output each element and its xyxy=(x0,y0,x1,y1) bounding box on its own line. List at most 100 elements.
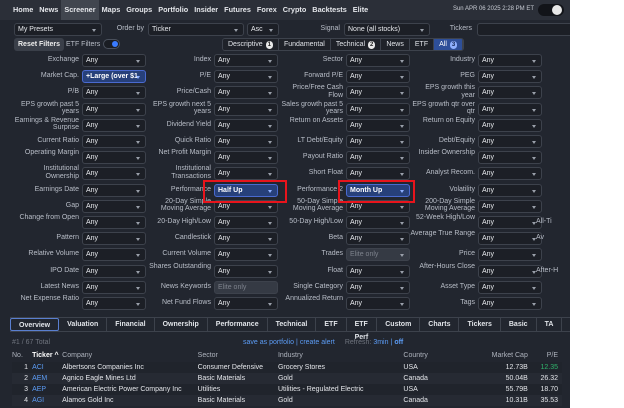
column-header-ticker[interactable]: Ticker ^ xyxy=(32,349,62,362)
filter-after-hours-close-select[interactable]: Any xyxy=(478,264,542,278)
view-tab-financial[interactable]: Financial xyxy=(107,318,155,331)
filter-tab-all[interactable]: All 3 xyxy=(434,39,464,50)
filter-earnings-revenue-surprise-select[interactable]: Any xyxy=(82,118,146,132)
view-tab-etf-perf[interactable]: ETF Perf xyxy=(347,318,378,341)
column-header-company[interactable]: Company xyxy=(62,349,197,362)
filter-market-cap-select[interactable]: +Large (over $1 xyxy=(82,70,146,84)
filter-sector-select[interactable]: Any xyxy=(346,54,410,67)
nav-forex[interactable]: Forex xyxy=(254,0,280,20)
presets-select[interactable]: My Presets xyxy=(14,23,102,36)
filter-p-b-select[interactable]: Any xyxy=(82,86,146,100)
column-header-industry[interactable]: Industry xyxy=(278,349,403,362)
etf-filters-toggle[interactable] xyxy=(103,39,120,49)
view-tab-charts[interactable]: Charts xyxy=(420,318,460,331)
filter-price-free-cash-flow-select[interactable]: Any xyxy=(346,86,410,100)
save-as-portfolio-link[interactable]: save as portfolio xyxy=(243,339,294,346)
filter-sales-growth-past-5-years-select[interactable]: Any xyxy=(346,102,410,116)
filter-debt-equity-select[interactable]: Any xyxy=(478,135,542,148)
view-tab-ownership[interactable]: Ownership xyxy=(155,318,208,331)
column-header-p-e[interactable]: P/E xyxy=(532,349,562,362)
filter-eps-growth-qtr-over-qtr-select[interactable]: Any xyxy=(478,102,542,116)
filter-ipo-date-select[interactable]: Any xyxy=(82,264,146,278)
filter-dividend-yield-select[interactable]: Any xyxy=(214,118,278,132)
theme-toggle[interactable] xyxy=(538,4,564,16)
filter-20-day-high-low-select[interactable]: Any xyxy=(214,216,278,229)
filter-average-true-range-select[interactable]: Any xyxy=(478,232,542,246)
filter-tab-etf[interactable]: ETF xyxy=(409,39,435,50)
filter-tags-select[interactable]: Any xyxy=(478,297,542,310)
filter-eps-growth-this-year-select[interactable]: Any xyxy=(478,86,542,100)
filter-news-keywords-input[interactable]: Elite only xyxy=(214,280,278,294)
ticker-link[interactable]: AEP xyxy=(32,384,62,395)
reset-filters-button[interactable]: Reset Filters xyxy=(14,38,65,51)
ticker-link[interactable]: AGI xyxy=(32,395,62,406)
filter-latest-news-select[interactable]: Any xyxy=(82,280,146,294)
nav-backtests[interactable]: Backtests xyxy=(309,0,349,20)
filter-tab-fundamental[interactable]: Fundamental xyxy=(278,39,331,50)
view-tab-tickers[interactable]: Tickers xyxy=(459,318,501,331)
view-tab-technical[interactable]: Technical xyxy=(268,318,317,331)
nav-futures[interactable]: Futures xyxy=(221,0,254,20)
filter-net-profit-margin-select[interactable]: Any xyxy=(214,151,278,165)
filter-eps-growth-past-5-years-select[interactable]: Any xyxy=(82,102,146,116)
nav-maps[interactable]: Maps xyxy=(99,0,124,20)
filter-peg-select[interactable]: Any xyxy=(478,70,542,84)
filter-float-select[interactable]: Any xyxy=(346,264,410,278)
filter-industry-select[interactable]: Any xyxy=(478,54,542,67)
view-tab-basic[interactable]: Basic xyxy=(501,318,537,331)
filter-tab-technical[interactable]: Technical 2 xyxy=(330,39,382,50)
nav-elite[interactable]: Elite xyxy=(350,0,371,20)
tickers-input[interactable] xyxy=(477,23,570,36)
table-row[interactable]: 1 ACI Albertsons Companies Inc Consumer Def… xyxy=(12,362,562,373)
refresh-interval-link[interactable]: 3min xyxy=(373,339,388,346)
filter-insider-ownership-select[interactable]: Any xyxy=(478,151,542,165)
filter-current-volume-select[interactable]: Any xyxy=(214,248,278,262)
order-direction-select[interactable]: Asc xyxy=(247,23,279,36)
nav-insider[interactable]: Insider xyxy=(191,0,221,20)
table-row[interactable]: 4 AGI Alamos Gold Inc Basic Materials Gold Ca… xyxy=(12,395,562,406)
filter-200-day-simple-moving-average-select[interactable]: Any xyxy=(478,199,542,213)
filter-quick-ratio-select[interactable]: Any xyxy=(214,135,278,148)
filter-price-select[interactable]: Any xyxy=(478,248,542,262)
filter-asset-type-select[interactable]: Any xyxy=(478,280,542,294)
filter-gap-select[interactable]: Any xyxy=(82,199,146,213)
view-tab-etf[interactable]: ETF xyxy=(316,318,347,331)
nav-portfolio[interactable]: Portfolio xyxy=(155,0,191,20)
filter-p-e-select[interactable]: Any xyxy=(214,70,278,84)
filter-shares-outstanding-select[interactable]: Any xyxy=(214,264,278,278)
nav-news[interactable]: News xyxy=(36,0,61,20)
filter-pattern-select[interactable]: Any xyxy=(82,232,146,246)
filter-short-float-select[interactable]: Any xyxy=(346,167,410,181)
filter-relative-volume-select[interactable]: Any xyxy=(82,248,146,262)
filter-change-from-open-select[interactable]: Any xyxy=(82,216,146,229)
view-tab-performance[interactable]: Performance xyxy=(208,318,268,331)
filter-payout-ratio-select[interactable]: Any xyxy=(346,151,410,165)
filter-earnings-date-select[interactable]: Any xyxy=(82,183,146,197)
filter-candlestick-select[interactable]: Any xyxy=(214,232,278,246)
filter-eps-growth-next-5-years-select[interactable]: Any xyxy=(214,102,278,116)
filter-index-select[interactable]: Any xyxy=(214,54,278,67)
column-header-sector[interactable]: Sector xyxy=(198,349,278,362)
nav-groups[interactable]: Groups xyxy=(123,0,155,20)
view-tab-valuation[interactable]: Valuation xyxy=(59,318,108,331)
order-by-select[interactable]: Ticker xyxy=(148,23,244,36)
filter-net-expense-ratio-select[interactable]: Any xyxy=(82,297,146,310)
filter-analyst-recom-select[interactable]: Any xyxy=(478,167,542,181)
filter-net-fund-flows-select[interactable]: Any xyxy=(214,297,278,310)
filter-return-on-equity-select[interactable]: Any xyxy=(478,118,542,132)
view-tab-news[interactable]: News xyxy=(562,318,570,331)
filter-50-day-high-low-select[interactable]: Any xyxy=(346,216,410,229)
filter-volatility-select[interactable]: Any xyxy=(478,183,542,197)
view-tab-overview[interactable]: Overview xyxy=(10,318,60,331)
table-row[interactable]: 3 AEP American Electric Power Company Inc U… xyxy=(12,384,562,395)
nav-crypto[interactable]: Crypto xyxy=(280,0,310,20)
column-header-market-cap[interactable]: Market Cap xyxy=(472,349,532,362)
filter-institutional-transactions-select[interactable]: Any xyxy=(214,167,278,181)
filter-52-week-high-low-select[interactable]: Any xyxy=(478,216,542,229)
column-header-no[interactable]: No. xyxy=(12,349,32,362)
filter-tab-descriptive[interactable]: Descriptive 1 xyxy=(223,39,279,50)
filter-exchange-select[interactable]: Any xyxy=(82,54,146,67)
filter-institutional-ownership-select[interactable]: Any xyxy=(82,167,146,181)
signal-select[interactable]: None (all stocks) xyxy=(344,23,430,36)
view-tab-ta[interactable]: TA xyxy=(537,318,563,331)
